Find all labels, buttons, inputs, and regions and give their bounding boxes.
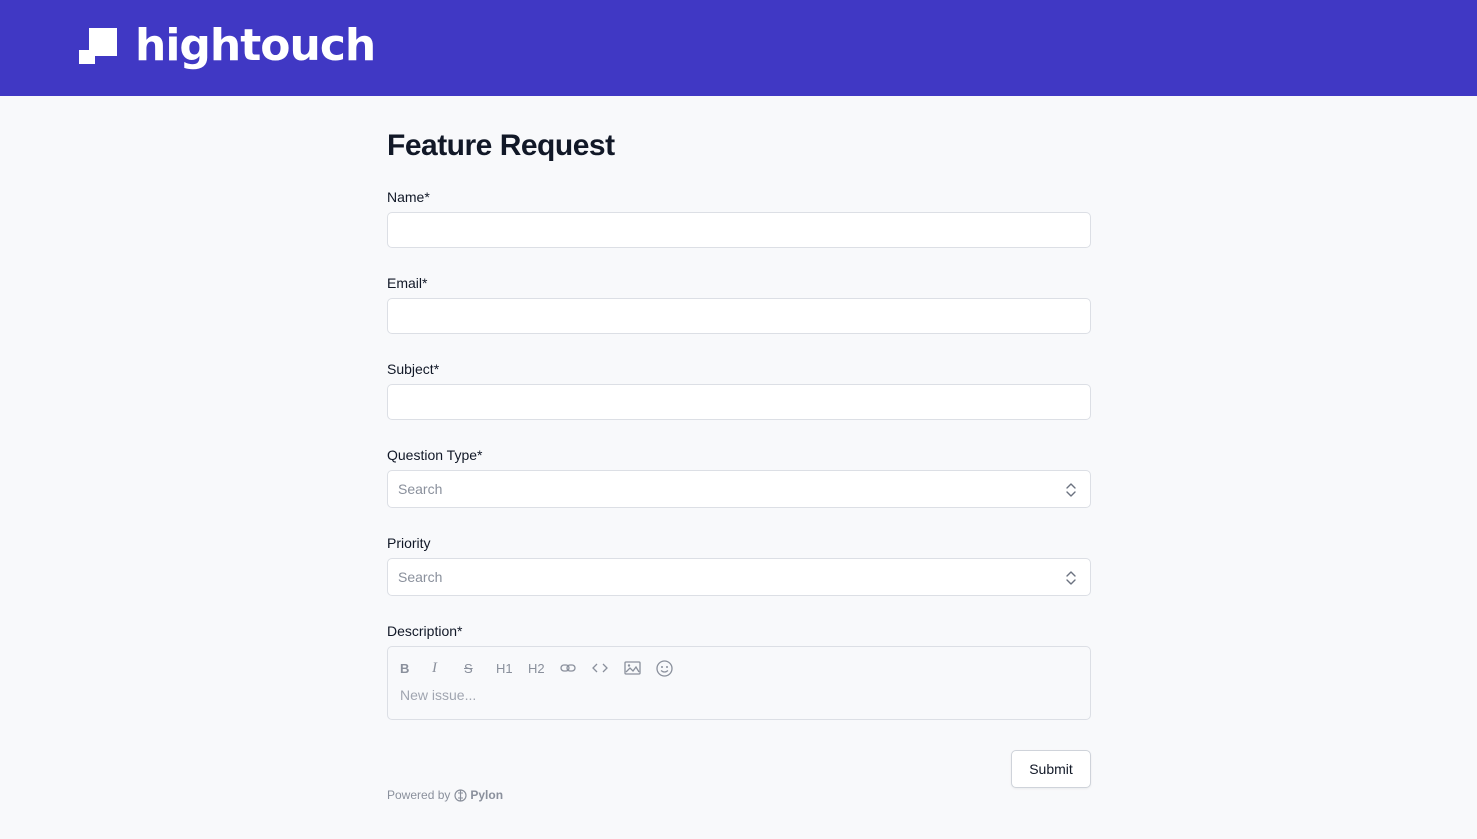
heading2-button[interactable]: H2 <box>528 657 560 679</box>
link-icon[interactable] <box>560 657 592 679</box>
chevron-up-down-icon <box>1066 483 1076 497</box>
powered-by-footer[interactable]: Powered by Pylon <box>387 788 503 802</box>
form-container: Feature Request Name* Email* Subject* Qu… <box>387 126 1091 802</box>
heading1-button[interactable]: H1 <box>496 657 528 679</box>
email-label: Email* <box>387 275 428 291</box>
pylon-brand: Pylon <box>470 788 504 802</box>
italic-icon[interactable]: I <box>432 657 464 679</box>
subject-input[interactable] <box>387 384 1091 420</box>
submit-button[interactable]: Submit <box>1011 750 1091 788</box>
email-field-group: Email* <box>387 274 1091 334</box>
priority-label: Priority <box>387 535 431 551</box>
editor-toolbar: B I S H1 H2 <box>400 657 1078 679</box>
logo-mark-icon <box>79 26 119 66</box>
bold-icon[interactable]: B <box>400 657 432 679</box>
page-title: Feature Request <box>387 129 615 162</box>
powered-by-text: Powered by <box>387 788 451 802</box>
priority-select[interactable]: Search <box>387 558 1091 596</box>
name-field-group: Name* <box>387 188 1091 248</box>
description-label: Description* <box>387 623 463 639</box>
code-icon[interactable] <box>592 657 624 679</box>
description-placeholder: New issue... <box>400 687 477 703</box>
subject-field-group: Subject* <box>387 360 1091 420</box>
priority-placeholder: Search <box>398 569 443 585</box>
question-type-select[interactable]: Search <box>387 470 1091 508</box>
chevron-up-down-icon <box>1066 571 1076 585</box>
strikethrough-icon[interactable]: S <box>464 657 496 679</box>
email-input[interactable] <box>387 298 1091 334</box>
logo-text: hightouch <box>135 20 376 71</box>
question-type-field-group: Question Type* Search <box>387 446 1091 508</box>
description-field-group: Description* B I S H1 H2 New issue... <box>387 622 1091 720</box>
image-icon[interactable] <box>624 657 656 679</box>
subject-label: Subject* <box>387 361 440 377</box>
emoji-icon[interactable] <box>656 657 688 679</box>
name-input[interactable] <box>387 212 1091 248</box>
hightouch-logo[interactable]: hightouch <box>79 20 376 71</box>
header-bar: hightouch <box>0 0 1477 96</box>
description-editor[interactable]: B I S H1 H2 New issue... <box>387 646 1091 720</box>
question-type-label: Question Type* <box>387 447 483 463</box>
name-label: Name* <box>387 189 430 205</box>
priority-field-group: Priority Search <box>387 534 1091 596</box>
pylon-logo-icon <box>454 788 467 802</box>
question-type-placeholder: Search <box>398 481 443 497</box>
